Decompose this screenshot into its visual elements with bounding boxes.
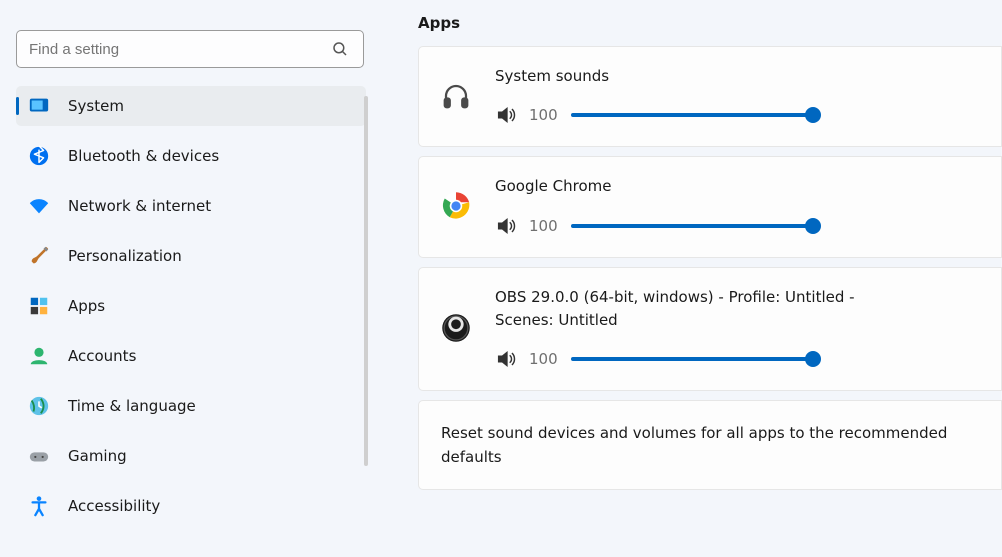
main-content: Apps System sounds — [390, 0, 1002, 557]
volume-value: 100 — [529, 106, 559, 124]
volume-card-obs: OBS 29.0.0 (64-bit, windows) - Profile: … — [418, 267, 1002, 392]
volume-slider[interactable] — [571, 351, 813, 367]
app-name: System sounds — [495, 65, 979, 88]
sidebar-item-accounts[interactable]: Accounts — [16, 336, 366, 376]
headphones-icon — [441, 81, 471, 111]
sidebar: System Bluetooth & devices Network & int… — [0, 0, 390, 557]
search-container — [16, 30, 374, 68]
brush-icon — [28, 245, 50, 267]
wifi-icon — [28, 195, 50, 217]
bluetooth-icon — [28, 145, 50, 167]
sidebar-item-time[interactable]: Time & language — [16, 386, 366, 426]
sidebar-item-gaming[interactable]: Gaming — [16, 436, 366, 476]
sidebar-item-accessibility[interactable]: Accessibility — [16, 486, 366, 526]
sidebar-item-network[interactable]: Network & internet — [16, 186, 366, 226]
search-icon — [331, 40, 349, 58]
sidebar-item-label: Apps — [68, 297, 105, 315]
slider-thumb[interactable] — [805, 351, 821, 367]
search-input-wrapper[interactable] — [16, 30, 364, 68]
sidebar-item-label: System — [68, 97, 124, 115]
accounts-icon — [28, 345, 50, 367]
slider-track — [571, 224, 813, 228]
app-name: OBS 29.0.0 (64-bit, windows) - Profile: … — [495, 286, 915, 333]
slider-thumb[interactable] — [805, 107, 821, 123]
volume-value: 100 — [529, 350, 559, 368]
sidebar-item-label: Time & language — [68, 397, 196, 415]
sidebar-item-label: Bluetooth & devices — [68, 147, 219, 165]
time-icon — [28, 395, 50, 417]
apps-icon — [28, 295, 50, 317]
volume-slider[interactable] — [571, 107, 813, 123]
slider-track — [571, 113, 813, 117]
nav-list: System Bluetooth & devices Network & int… — [16, 86, 366, 536]
section-title: Apps — [418, 14, 1002, 32]
reset-label: Reset sound devices and volumes for all … — [441, 424, 947, 466]
speaker-icon[interactable] — [495, 348, 517, 370]
speaker-icon[interactable] — [495, 104, 517, 126]
volume-card-system-sounds: System sounds 100 — [418, 46, 1002, 147]
volume-value: 100 — [529, 217, 559, 235]
sidebar-item-apps[interactable]: Apps — [16, 286, 366, 326]
app-name: Google Chrome — [495, 175, 979, 198]
system-icon — [28, 95, 50, 117]
sidebar-item-personalization[interactable]: Personalization — [16, 236, 366, 276]
sidebar-item-label: Accessibility — [68, 497, 160, 515]
volume-card-chrome: Google Chrome 100 — [418, 156, 1002, 257]
slider-thumb[interactable] — [805, 218, 821, 234]
sidebar-item-bluetooth[interactable]: Bluetooth & devices — [16, 136, 366, 176]
accessibility-icon — [28, 495, 50, 517]
speaker-icon[interactable] — [495, 215, 517, 237]
sidebar-item-system[interactable]: System — [16, 86, 366, 126]
reset-defaults-card[interactable]: Reset sound devices and volumes for all … — [418, 400, 1002, 490]
search-input[interactable] — [17, 31, 363, 67]
gaming-icon — [28, 445, 50, 467]
scrollbar-track[interactable] — [364, 96, 368, 466]
sidebar-item-label: Gaming — [68, 447, 127, 465]
sidebar-item-label: Network & internet — [68, 197, 211, 215]
volume-slider[interactable] — [571, 218, 813, 234]
sidebar-item-label: Accounts — [68, 347, 136, 365]
slider-track — [571, 357, 813, 361]
obs-icon — [441, 313, 471, 343]
chrome-icon — [441, 191, 471, 221]
sidebar-item-label: Personalization — [68, 247, 182, 265]
